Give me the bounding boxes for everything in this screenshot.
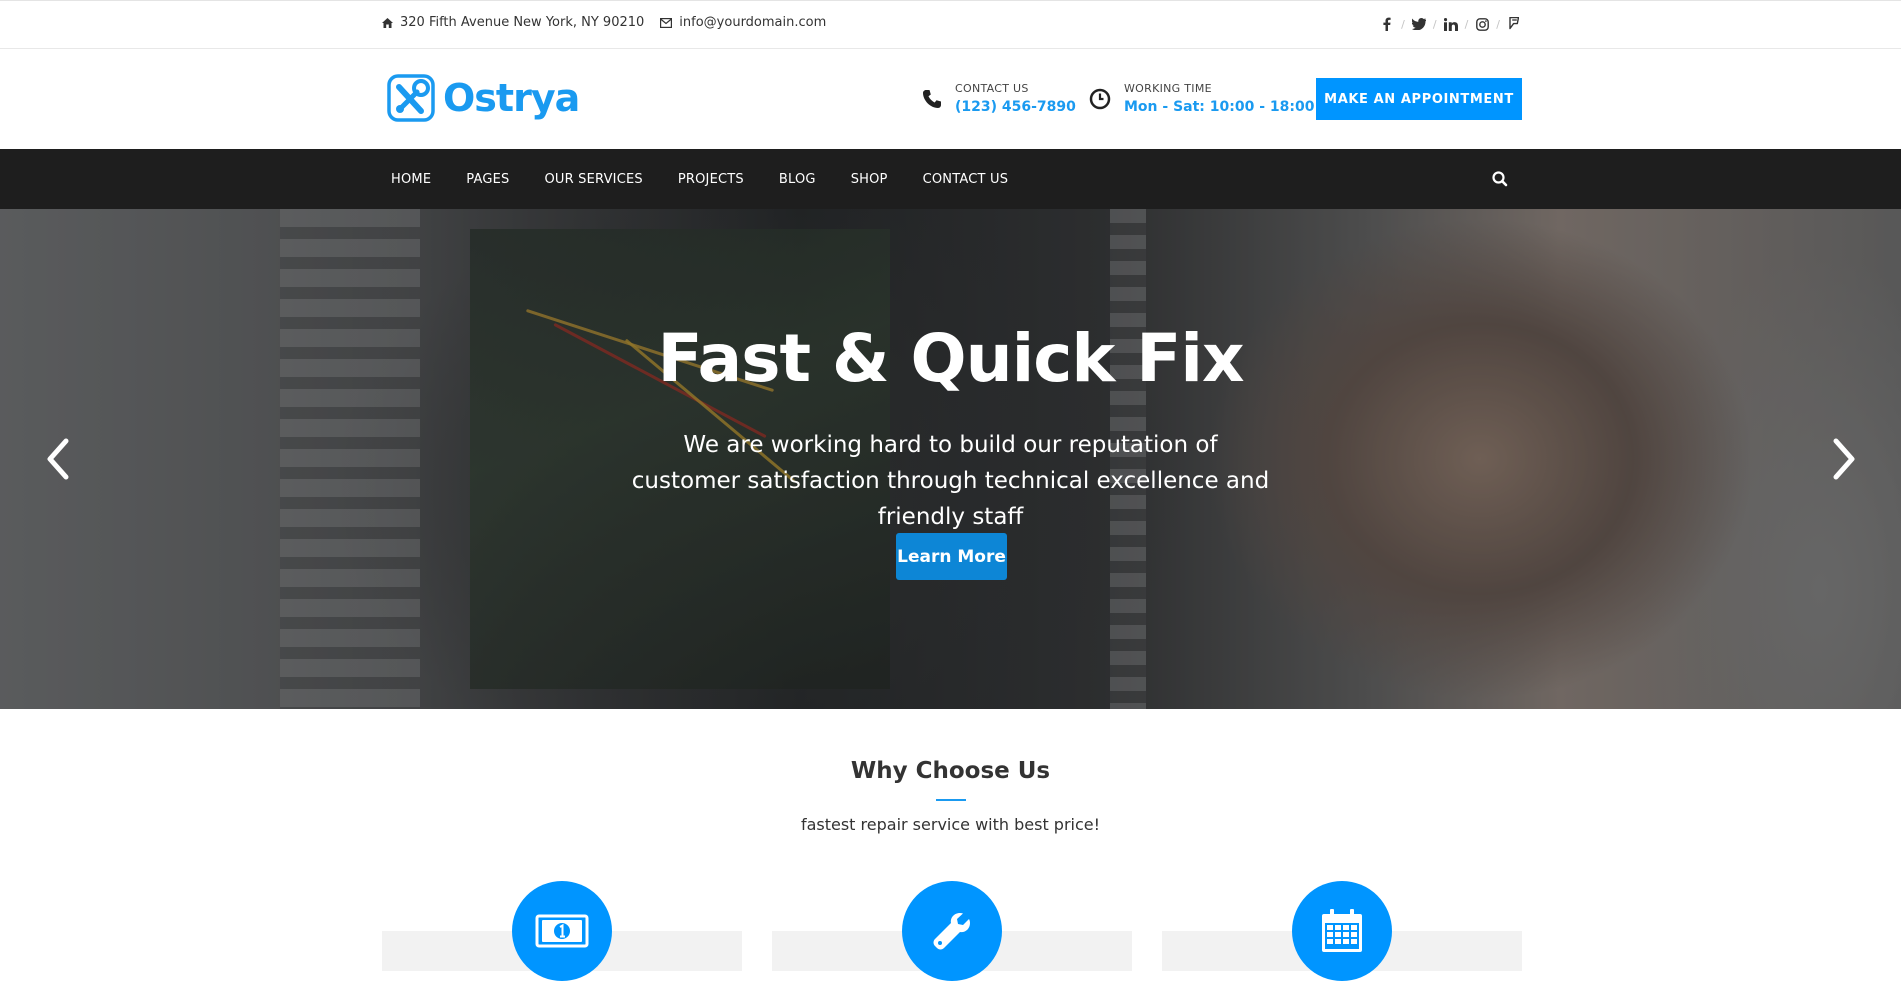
nav-menu: HOME PAGES OUR SERVICES PROJECTS BLOG SH… [382, 149, 1043, 209]
hero-slider: Fast & Quick Fix We are working hard to … [0, 209, 1901, 709]
logo[interactable]: Ostrya [387, 74, 580, 122]
top-bar: 320 Fifth Avenue New York, NY 90210 info… [0, 0, 1901, 49]
social-separator: / [1432, 17, 1437, 31]
feature-icon-circle [512, 881, 612, 981]
home-icon [382, 17, 393, 28]
section-title: Why Choose Us [850, 758, 1051, 784]
email-item[interactable]: info@yourdomain.com [660, 15, 826, 30]
social-separator: / [1464, 17, 1469, 31]
twitter-icon[interactable] [1411, 15, 1427, 33]
nav-item-shop[interactable]: SHOP [851, 172, 888, 187]
social-separator: / [1496, 17, 1500, 31]
money-icon [535, 914, 589, 948]
facebook-icon[interactable] [1379, 15, 1395, 33]
nav-item-pages[interactable]: PAGES [466, 172, 509, 187]
nav-item-contact-us[interactable]: CONTACT US [923, 172, 1009, 187]
phone-icon [923, 89, 941, 108]
learn-more-button[interactable]: Learn More [896, 533, 1007, 580]
hero-subtitle: We are working hard to build our reputat… [631, 432, 1270, 530]
nav-item-projects[interactable]: PROJECTS [678, 172, 744, 187]
contact-phone[interactable]: (123) 456-7890 [955, 99, 1076, 115]
working-time-label: WORKING TIME [1124, 82, 1212, 95]
linkedin-icon[interactable] [1443, 15, 1459, 33]
search-icon[interactable] [1491, 170, 1509, 188]
hero-title: Fast & Quick Fix [657, 320, 1244, 397]
nav-item-blog[interactable]: BLOG [779, 172, 816, 187]
main-nav: HOME PAGES OUR SERVICES PROJECTS BLOG SH… [0, 149, 1901, 209]
logo-text: Ostrya [443, 76, 580, 120]
nav-item-our-services[interactable]: OUR SERVICES [544, 172, 642, 187]
social-links: / / / / [1379, 15, 1522, 33]
email-link[interactable]: info@yourdomain.com [679, 15, 826, 30]
feature-icon-circle [902, 881, 1002, 981]
contact-label: CONTACT US [955, 82, 1029, 95]
tools-logo-icon [387, 74, 435, 122]
working-time-value: Mon - Sat: 10:00 - 18:00 [1124, 99, 1315, 115]
working-time-info: WORKING TIME Mon - Sat: 10:00 - 18:00 [1089, 82, 1314, 115]
wrench-icon [933, 913, 970, 950]
slider-prev-arrow-icon[interactable] [44, 437, 72, 481]
foursquare-icon[interactable] [1506, 15, 1522, 33]
contact-info: CONTACT US (123) 456-7890 [922, 82, 1076, 115]
feature-icon-circle [1292, 881, 1392, 981]
address-item: 320 Fifth Avenue New York, NY 90210 [382, 15, 644, 30]
clock-icon [1089, 88, 1111, 109]
title-divider [936, 799, 966, 801]
address-text: 320 Fifth Avenue New York, NY 90210 [400, 15, 645, 30]
hero-content: Fast & Quick Fix We are working hard to … [0, 209, 1901, 709]
slider-next-arrow-icon[interactable] [1830, 437, 1858, 481]
section-subtitle: fastest repair service with best price! [800, 815, 1101, 834]
social-separator: / [1401, 17, 1405, 31]
make-appointment-button[interactable]: MAKE AN APPOINTMENT [1316, 78, 1522, 120]
site-header: Ostrya CONTACT US (123) 456-7890 WORKING… [0, 49, 1901, 149]
envelope-icon [660, 17, 673, 28]
instagram-icon[interactable] [1474, 15, 1490, 33]
nav-item-home[interactable]: HOME [391, 172, 431, 187]
calendar-icon [1322, 909, 1362, 952]
